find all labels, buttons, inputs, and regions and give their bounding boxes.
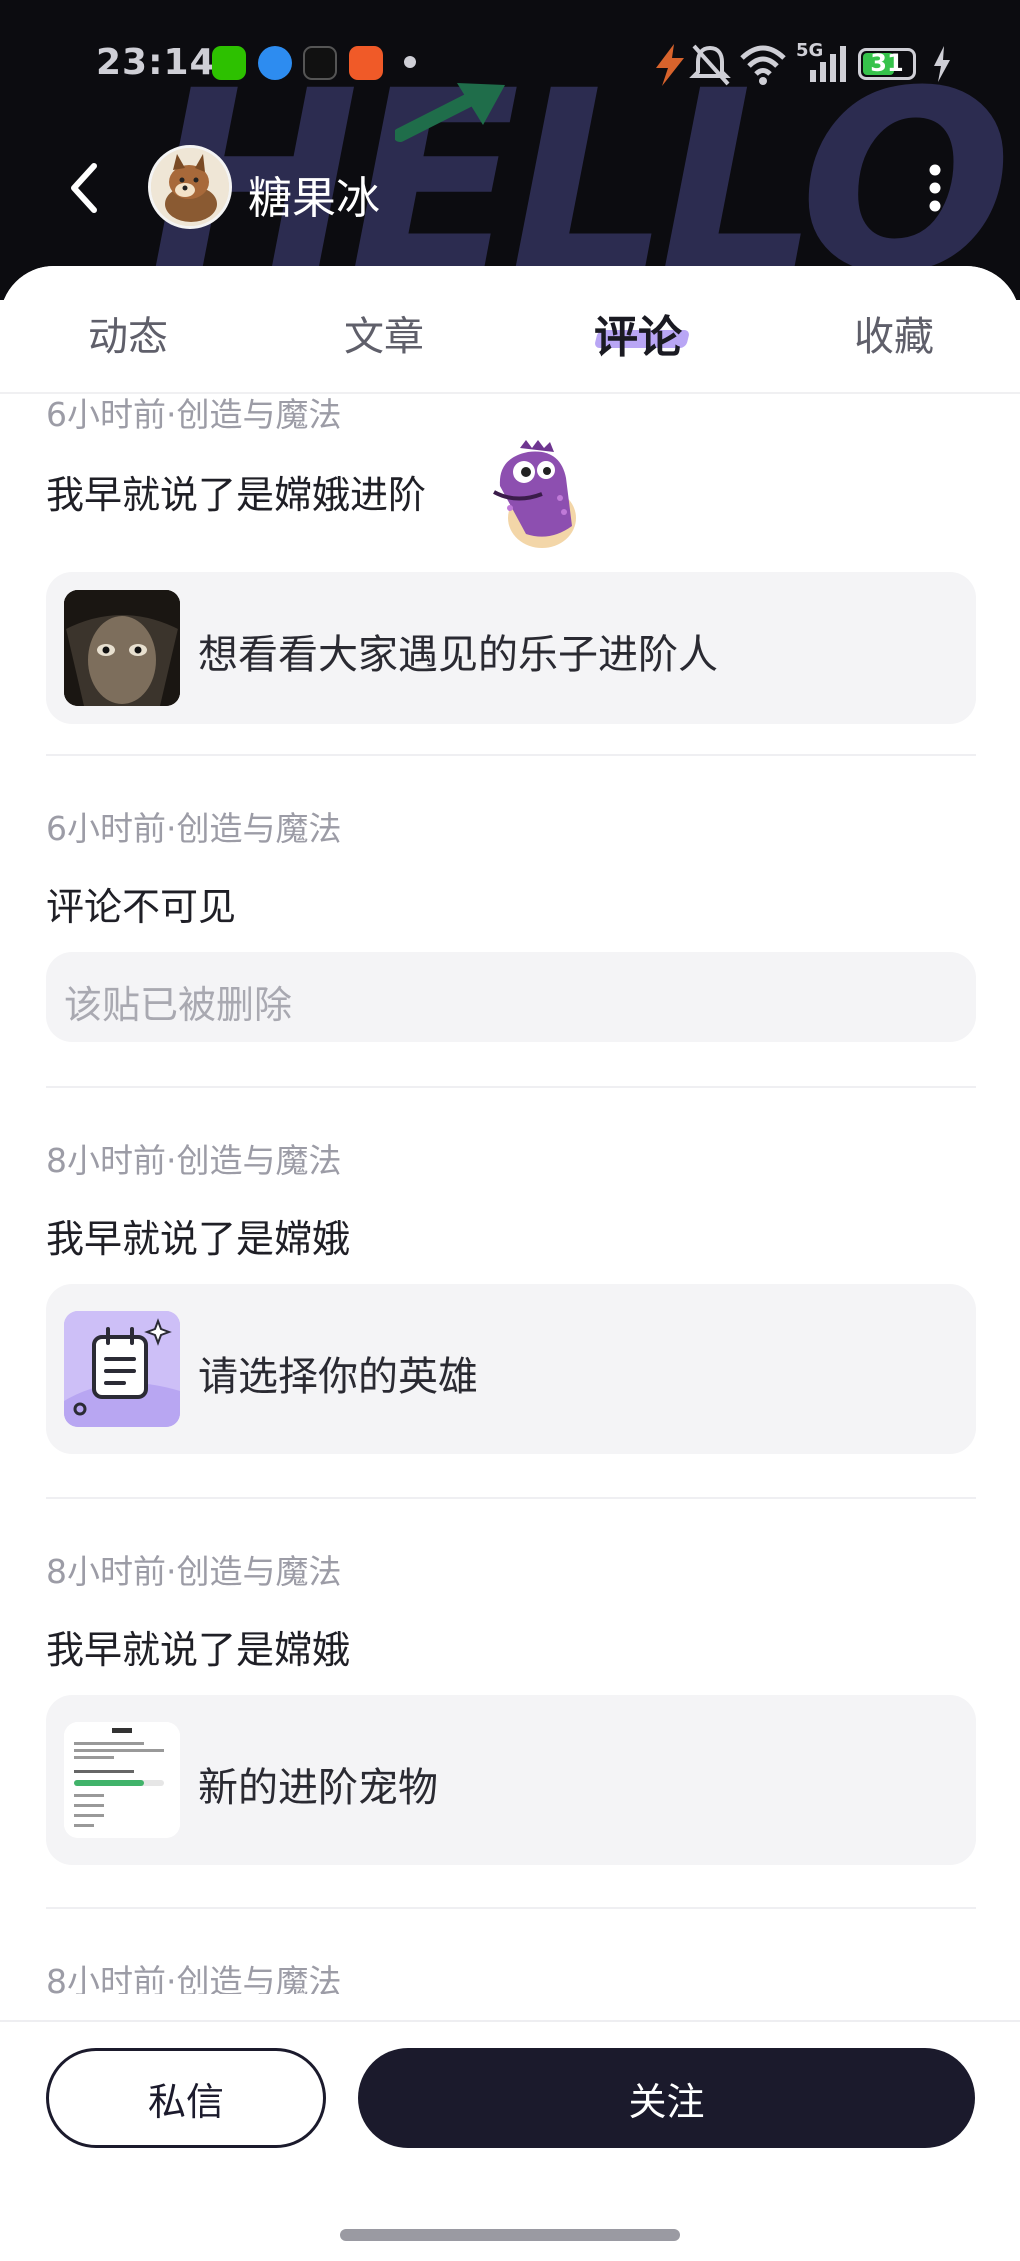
bottom-action-bar: 私信 关注 xyxy=(0,2020,1020,2261)
wifi-icon xyxy=(740,45,786,85)
linked-post-title: 新的进阶宠物 xyxy=(198,1765,438,1811)
comment-meta: 8小时前·创造与魔法 xyxy=(46,1962,342,1994)
app-store-icon xyxy=(349,46,383,80)
more-options-icon[interactable] xyxy=(915,158,955,218)
purple-dinosaur-sticker-icon xyxy=(493,440,576,548)
comment-text: 我早就说了是嫦娥进阶 xyxy=(46,473,427,517)
shiba-dog-avatar-icon xyxy=(151,148,229,226)
deleted-post-card: 该贴已被删除 xyxy=(46,952,976,1042)
notepad-icon xyxy=(64,1311,180,1427)
comment-meta: 8小时前·创造与魔法 xyxy=(46,1141,342,1180)
tab-comments[interactable]: 评论 xyxy=(594,301,682,365)
comment-feed[interactable]: 6小时前·创造与魔法 我早就说了是嫦娥进阶 想看看大家遇见的乐子进阶人 6小时前… xyxy=(0,394,1020,1994)
linked-post-card[interactable]: 想看看大家遇见的乐子进阶人 xyxy=(46,572,976,724)
comment-meta: 6小时前·创造与魔法 xyxy=(46,395,342,434)
linked-post-card[interactable]: 新的进阶宠物 xyxy=(46,1695,976,1865)
status-time: 23:14 xyxy=(96,42,216,83)
tab-dynamics[interactable]: 动态 xyxy=(88,304,168,362)
home-indicator[interactable] xyxy=(340,2229,680,2241)
comment-item[interactable]: 8小时前·创造与魔法 我早就说了是嫦娥 xyxy=(46,1497,976,1907)
comment-meta: 8小时前·创造与魔法 xyxy=(46,1552,342,1591)
linked-post-card[interactable]: 请选择你的英雄 xyxy=(46,1284,976,1454)
tab-articles[interactable]: 文章 xyxy=(344,304,424,362)
linked-post-title: 想看看大家遇见的乐子进阶人 xyxy=(198,632,718,678)
signal-icon xyxy=(810,46,846,82)
follow-button[interactable]: 关注 xyxy=(358,2048,975,2148)
browser-icon xyxy=(258,46,292,80)
power-saving-icon xyxy=(656,44,684,86)
profile-tabs: 动态 文章 评论 收藏 xyxy=(0,266,1020,394)
wechat-icon xyxy=(212,46,246,80)
linked-post-title: 请选择你的英雄 xyxy=(198,1354,478,1400)
tiktok-icon xyxy=(303,46,337,80)
comment-item[interactable]: 6小时前·创造与魔法 评论不可见 该贴已被删除 xyxy=(46,754,976,1084)
face-photo-thumbnail-icon xyxy=(64,590,180,706)
comment-item[interactable]: 6小时前·创造与魔法 我早就说了是嫦娥进阶 想看看大家遇见的乐子进阶人 xyxy=(46,394,976,738)
tab-favorites[interactable]: 收藏 xyxy=(854,304,934,362)
battery-percent: 31 xyxy=(870,49,904,77)
document-screenshot-thumbnail-icon xyxy=(64,1722,180,1838)
comment-item[interactable]: 8小时前·创造与魔法 我早就说了是嫦娥 xyxy=(46,1086,976,1496)
battery-indicator: 31 xyxy=(858,48,916,80)
status-bar: 23:14 5G 31 xyxy=(0,30,1020,100)
comment-meta: 6小时前·创造与魔法 xyxy=(46,809,342,848)
content-sheet: 动态 文章 评论 收藏 6小时前·创造与魔法 我早就说了是嫦娥进阶 想看看大家遇… xyxy=(0,266,1020,2259)
username[interactable]: 糖果冰 xyxy=(248,162,380,226)
private-message-button[interactable]: 私信 xyxy=(46,2048,326,2148)
comment-text: 我早就说了是嫦娥 xyxy=(46,1217,351,1261)
avatar[interactable] xyxy=(148,145,232,229)
profile-header: HELLO 23:14 5G 31 糖果冰 xyxy=(0,0,1020,300)
comment-text: 评论不可见 xyxy=(46,885,237,929)
more-notifications-dot xyxy=(404,56,416,68)
comment-item[interactable]: 8小时前·创造与魔法 xyxy=(46,1907,976,1994)
mute-icon xyxy=(689,44,731,86)
nav-row: 糖果冰 xyxy=(0,140,1020,240)
comment-text: 我早就说了是嫦娥 xyxy=(46,1628,351,1672)
charging-icon xyxy=(934,46,950,82)
deleted-post-notice: 该贴已被删除 xyxy=(64,983,293,1027)
back-icon[interactable] xyxy=(60,158,110,218)
